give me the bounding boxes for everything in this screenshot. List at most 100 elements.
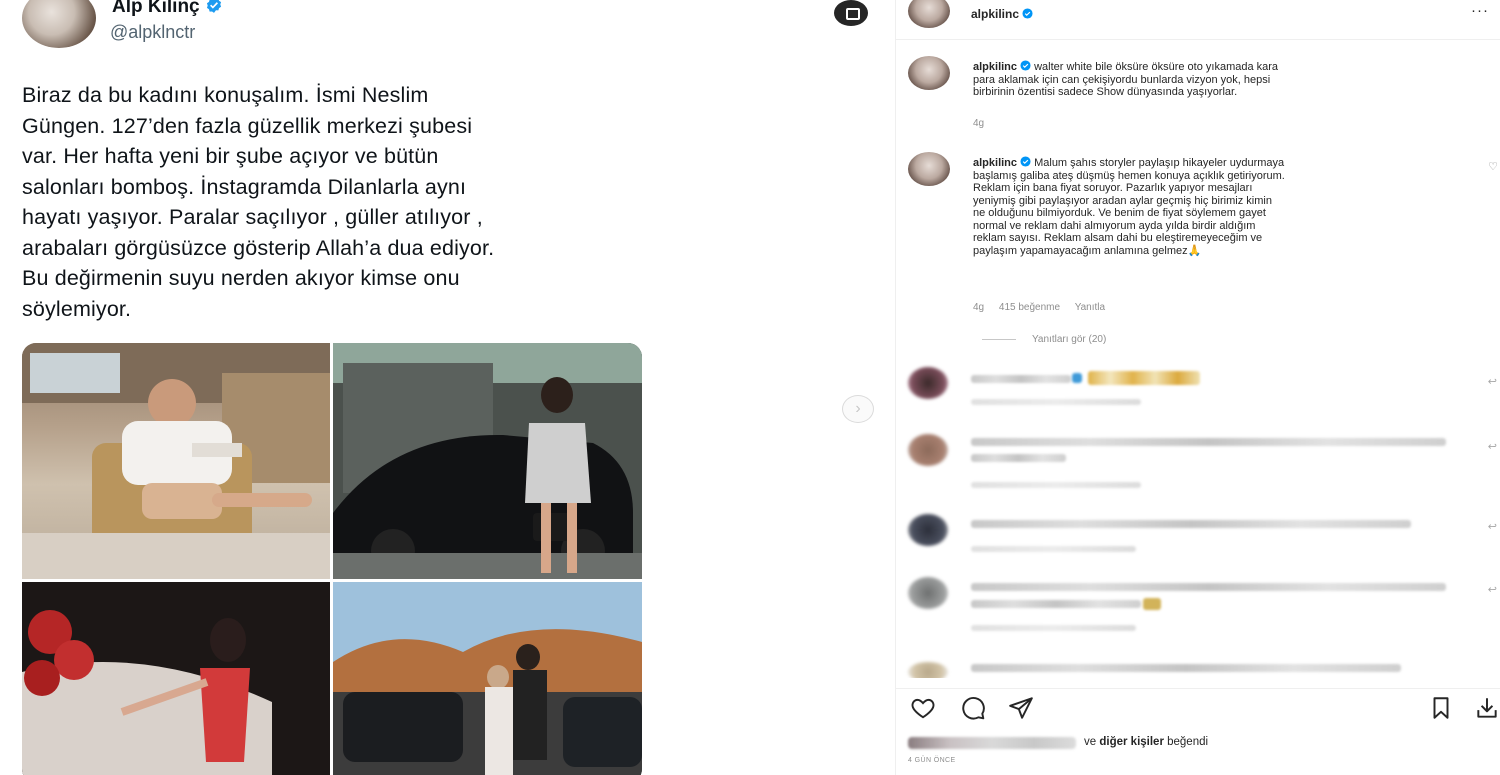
- screenshot-composite: Alp Kılınç @alpklnctr Biraz da bu kadını…: [0, 0, 1500, 775]
- reply-arrow-icon[interactable]: ↩: [1488, 520, 1497, 533]
- caption-text-line: reklam sayısı. Reklam alsam dahi bu eleş…: [973, 232, 1263, 244]
- verified-badge-icon: [1022, 8, 1033, 19]
- tweet-author-name[interactable]: Alp Kılınç: [112, 0, 223, 18]
- comment-row: ↩: [896, 575, 1500, 645]
- caption-text-line: para aklamak için can çekişiyordu bunlar…: [973, 73, 1271, 86]
- tweet-photo-grid: [22, 343, 642, 775]
- tweet-author-avatar[interactable]: [22, 0, 96, 48]
- post-header: alpkilinc ···: [896, 0, 1500, 40]
- tweet-author-handle[interactable]: @alpklnctr: [110, 22, 195, 43]
- likes-others-link[interactable]: diğer kişiler: [1099, 736, 1164, 748]
- comment-like-heart-icon[interactable]: ♡: [1488, 160, 1498, 173]
- comment-row: ↩: [896, 365, 1500, 435]
- caption-time: 4g: [973, 118, 985, 129]
- tweet-photo-couple[interactable]: [333, 582, 642, 775]
- photo-illustration: [22, 343, 330, 579]
- comment-row: ↩: [896, 512, 1500, 582]
- caption-username[interactable]: alpkilinc: [973, 157, 1017, 169]
- comment-avatar[interactable]: [908, 367, 948, 399]
- comment-blurred-meta: [971, 482, 1141, 488]
- reply-arrow-icon[interactable]: ↩: [1488, 583, 1497, 596]
- tweet-text-line: salonları bomboş. İnstagramda Dilanlarla…: [22, 174, 467, 199]
- caption-text-line: ne olduğunu bilmiyorduk. Ve benim de fiy…: [973, 207, 1266, 219]
- caption-2-meta: 4g 415 beğenme Yanıtla: [973, 302, 1117, 313]
- tweet-text-line: arabaları görgüsüzce gösterip Allah’a du…: [22, 235, 495, 260]
- caption-text-line: normal ve reklam dahi almıyorum ayda yıl…: [973, 219, 1256, 232]
- photo-illustration: [333, 582, 642, 775]
- tweet-author-name-text[interactable]: Alp Kılınç: [112, 0, 200, 17]
- more-horizontal-icon[interactable]: ···: [1471, 2, 1489, 19]
- comment-blurred-meta: [971, 399, 1141, 405]
- photo-illustration: [22, 582, 330, 775]
- tweet-text-line: var. Her hafta yeni bir şube açıyor ve b…: [22, 144, 439, 168]
- tweet-text-line: Biraz da bu kadını konuşalım. İsmi Nesli…: [22, 83, 429, 107]
- comment-blurred-text: [971, 438, 1446, 446]
- caption-text-line: yeniymiş gibi paylaşıyor aradan aylar ge…: [973, 194, 1272, 207]
- likes-suffix: beğendi: [1167, 736, 1209, 748]
- comment-row: ↩: [896, 432, 1500, 502]
- tweet-photo-balloons[interactable]: [22, 582, 330, 775]
- comment-blurred-meta: [971, 546, 1136, 552]
- caption-username[interactable]: alpkilinc: [973, 61, 1017, 73]
- caption-time: 4g: [973, 302, 985, 313]
- comment-blurred-text: [971, 664, 1401, 672]
- next-post-arrow-icon[interactable]: ›: [842, 395, 874, 423]
- likes-blurred-users: [908, 737, 1076, 749]
- tweet-text: Biraz da bu kadını konuşalım. İsmi Nesli…: [22, 80, 652, 324]
- post-author-avatar[interactable]: [908, 0, 950, 28]
- comment-avatar[interactable]: [908, 577, 948, 609]
- photo-illustration: [333, 343, 642, 579]
- comment-blurred-text: [971, 520, 1411, 528]
- comment-blurred-text: [971, 583, 1446, 591]
- bookmark-icon[interactable]: [1428, 695, 1454, 721]
- heart-icon[interactable]: [910, 695, 936, 721]
- comment-blurred-text: [1072, 373, 1082, 383]
- caption-text-line: Reklam için bana fiyat soruyor. Pazarlık…: [973, 182, 1253, 194]
- post-date: 4 GÜN ÖNCE: [908, 757, 956, 764]
- comment-blurred-emoji: [1088, 371, 1200, 385]
- comment-blurred-text: [971, 375, 1071, 383]
- tweet-text-line: hayatı yaşıyor. Paralar saçılıyor , güll…: [22, 205, 483, 229]
- tweet-photo-living-room[interactable]: [22, 343, 330, 579]
- reply-arrow-icon[interactable]: ↩: [1488, 375, 1497, 388]
- caption-text-line: birbirinin özentisi sadece Show dünyasın…: [973, 86, 1238, 98]
- tweet-text-line: Bu değirmenin suyu nerden akıyor kimse o…: [22, 266, 460, 290]
- caption-1: alpkilinc walter white bile öksüre öksür…: [973, 60, 1473, 99]
- tweet-photo-car[interactable]: [333, 343, 642, 579]
- likes-summary[interactable]: ve diğer kişiler beğendi: [908, 734, 1498, 752]
- caption-text-line: walter white bile öksüre öksüre oto yıka…: [1034, 61, 1279, 73]
- caption-1-time: 4g: [973, 118, 996, 129]
- verified-badge-icon: [1020, 60, 1031, 71]
- view-replies-link[interactable]: Yanıtları gör (20): [982, 334, 1106, 345]
- comment-avatar[interactable]: [908, 514, 948, 546]
- post-author-username[interactable]: alpkilinc: [971, 7, 1033, 21]
- comment-blurred-emoji: [1143, 598, 1161, 610]
- caption-author-avatar[interactable]: [908, 56, 950, 90]
- comment-avatar[interactable]: [908, 434, 948, 466]
- tweet-text-line: söylemiyor.: [22, 296, 132, 321]
- reply-arrow-icon[interactable]: ↩: [1488, 440, 1497, 453]
- comment-blurred-text: [971, 600, 1141, 608]
- likes-prefix: ve: [1084, 736, 1097, 748]
- download-icon[interactable]: [1474, 695, 1500, 721]
- likes-text: ve diğer kişiler beğendi: [1084, 736, 1208, 748]
- reply-link[interactable]: Yanıtla: [1075, 302, 1105, 313]
- comment-icon[interactable]: [960, 695, 986, 721]
- instagram-post-panel: alpkilinc ··· alpkilinc walter white bil…: [895, 0, 1500, 775]
- caption-2: alpkilinc Malum şahıs storyler paylaşıp …: [973, 156, 1473, 257]
- caption-text-line: başlamış galiba ateş düşmüş hemen konuya…: [973, 169, 1285, 182]
- comment-row: [896, 656, 1500, 678]
- profile-button[interactable]: [834, 0, 868, 26]
- tweet-card: Alp Kılınç @alpklnctr Biraz da bu kadını…: [0, 0, 660, 775]
- caption-like-count[interactable]: 415 beğenme: [999, 302, 1060, 313]
- comment-avatar[interactable]: [908, 662, 948, 678]
- comment-blurred-meta: [971, 625, 1136, 631]
- caption-text-line: Malum şahıs storyler paylaşıp hikayeler …: [1034, 157, 1285, 169]
- caption-author-avatar[interactable]: [908, 152, 950, 186]
- verified-badge-icon: [206, 0, 221, 13]
- post-author-username-text[interactable]: alpkilinc: [971, 7, 1019, 21]
- post-actions-bar: [896, 688, 1500, 724]
- comment-blurred-text: [971, 454, 1066, 462]
- verified-badge-icon: [1020, 156, 1031, 167]
- share-icon[interactable]: [1008, 695, 1034, 721]
